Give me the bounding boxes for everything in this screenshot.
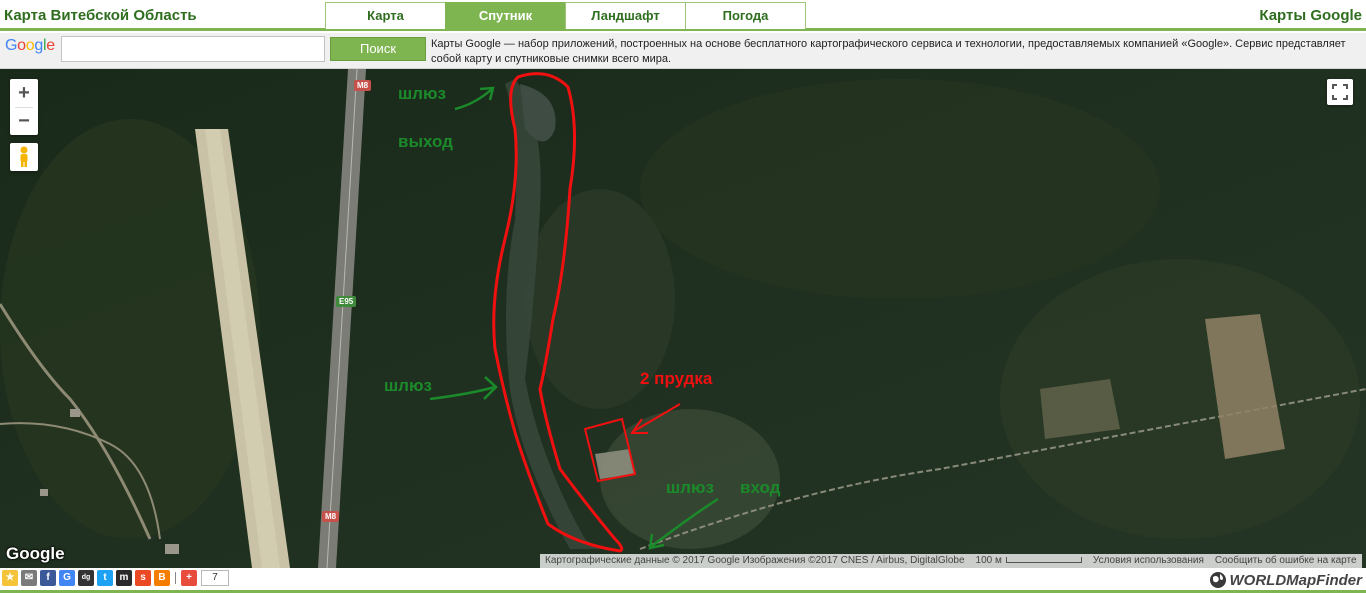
fullscreen-button[interactable] — [1327, 79, 1353, 105]
zoom-out-button[interactable]: − — [10, 107, 38, 135]
search-input[interactable] — [61, 36, 325, 62]
worldmapfinder-text: WORLDMapFinder — [1229, 571, 1363, 589]
site-title[interactable]: Карта Витебской Область — [4, 7, 197, 24]
share-divider — [175, 572, 176, 584]
share-buttons: ★ ✉ f G dg t m s B + 7 — [2, 570, 229, 586]
pegman-button[interactable] — [10, 143, 38, 171]
myspace-icon[interactable]: m — [116, 570, 132, 586]
map-type-tabs: Карта Спутник Ландшафт Погода — [325, 2, 806, 29]
search-button[interactable]: Поиск — [330, 37, 426, 61]
search-bar: Google Поиск Карты Google — набор прилож… — [0, 33, 1366, 69]
map-attribution: Картографические данные © 2017 Google Из… — [540, 554, 1362, 568]
tab-satellite[interactable]: Спутник — [445, 2, 566, 29]
pegman-icon — [20, 146, 28, 167]
google-icon[interactable]: G — [59, 570, 75, 586]
annotation-two-ponds: 2 прудка — [640, 369, 713, 388]
twitter-icon[interactable]: t — [97, 570, 113, 586]
satellite-map[interactable]: M8 E95 M8 шлюз выход шлюз 2 прудка шлюз … — [0, 69, 1366, 568]
annotation-sluice-bottom: шлюз — [666, 478, 714, 497]
tab-terrain[interactable]: Ландшафт — [565, 2, 686, 29]
tab-weather[interactable]: Погода — [685, 2, 806, 29]
zoom-divider — [15, 107, 33, 108]
zoom-control: + − — [10, 79, 38, 135]
annotation-sluice-middle: шлюз — [384, 376, 432, 395]
tab-map[interactable]: Карта — [325, 2, 446, 29]
email-icon[interactable]: ✉ — [21, 570, 37, 586]
report-error-link[interactable]: Сообщить об ошибке на карте — [1210, 554, 1362, 568]
bottom-bar: ★ ✉ f G dg t m s B + 7 WORLDMapFinder — [0, 568, 1366, 593]
scale-control[interactable]: 100 м — [971, 554, 1088, 568]
site-description: Карты Google — набор приложений, построе… — [431, 38, 1346, 65]
share-count: 7 — [201, 570, 229, 586]
fullscreen-icon — [1332, 84, 1348, 100]
worldmapfinder-logo[interactable]: WORLDMapFinder — [1209, 571, 1363, 589]
map-google-logo: Google — [6, 544, 65, 563]
road-shield-m8-top: M8 — [354, 80, 372, 91]
zoom-in-button[interactable]: + — [10, 79, 38, 107]
facebook-icon[interactable]: f — [40, 570, 56, 586]
top-header: Карта Витебской Область Карта Спутник Ла… — [0, 0, 1366, 31]
stumbleupon-icon[interactable]: s — [135, 570, 151, 586]
road-shield-m8-bottom: M8 — [322, 511, 340, 522]
scale-label: 100 м — [975, 555, 1002, 566]
digg-icon[interactable]: dg — [78, 570, 94, 586]
blogger-icon[interactable]: B — [154, 570, 170, 586]
globe-icon — [1209, 572, 1226, 588]
annotation-sluice-top: шлюз — [398, 84, 446, 103]
annotation-entrance: вход — [740, 478, 781, 497]
google-logo: Google — [5, 37, 55, 54]
star-icon[interactable]: ★ — [2, 570, 18, 586]
brand-link[interactable]: Карты Google — [1259, 7, 1362, 24]
add-share-icon[interactable]: + — [181, 570, 197, 586]
scale-bar — [1005, 557, 1082, 564]
annotation-exit: выход — [398, 132, 453, 151]
attribution-copyright: Картографические данные © 2017 Google Из… — [540, 554, 971, 568]
road-shield-e95: E95 — [336, 296, 357, 307]
terms-link[interactable]: Условия использования — [1088, 554, 1210, 568]
